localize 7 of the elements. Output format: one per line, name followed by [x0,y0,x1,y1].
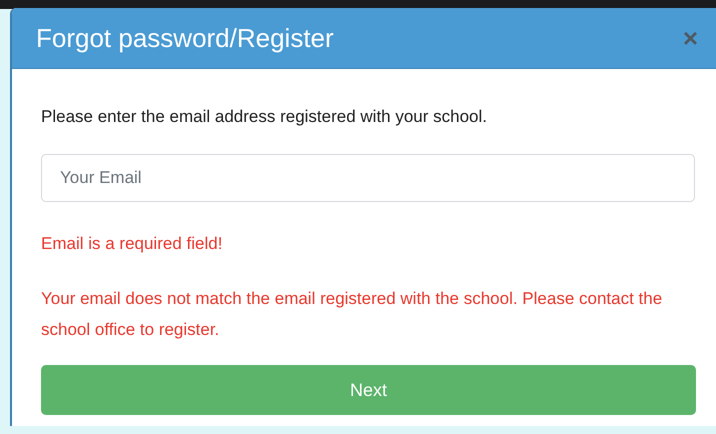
close-button[interactable]: × [678,25,702,51]
dialog-title: Forgot password/Register [36,22,334,54]
instructions: Please enter the email address registered with your school. [41,106,488,128]
error-message: Your email does not match the email registered with the school. Please contact the school office to register. [41,288,664,341]
next-button[interactable]: Next [41,365,696,415]
error-message: Email is a required field! [41,233,224,255]
email-field[interactable]: Your Email [41,154,695,202]
